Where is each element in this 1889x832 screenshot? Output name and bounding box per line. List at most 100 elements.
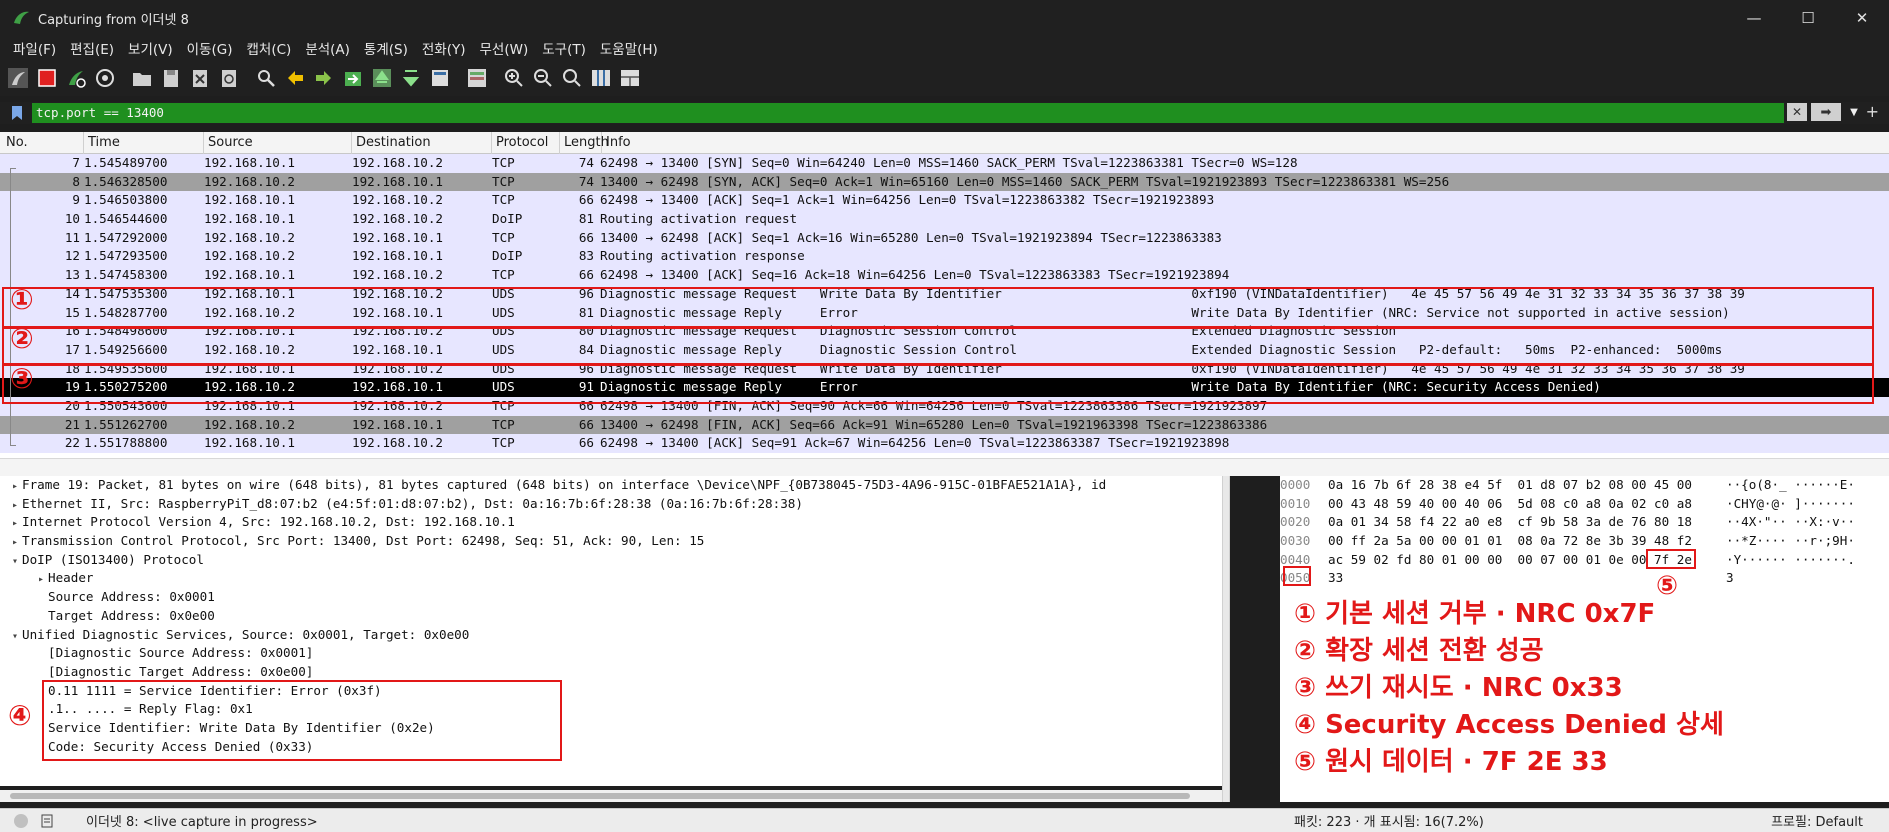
packet-row[interactable]: 13 1.547458300 192.168.10.1 192.168.10.2 TCP… (0, 266, 1889, 285)
profile-status[interactable]: 프로필: Default (1771, 811, 1863, 830)
detail-tree-item[interactable]: Target Address: 0x0e00 (0, 607, 1230, 626)
packet-row[interactable]: 8 1.546328500 192.168.10.2 192.168.10.1 TCP 7… (0, 172, 1889, 192)
hex-dump-line[interactable]: 0020 0a 01 34 58 f4 22 a0 e8 cf 9b 58 3a … (1280, 513, 1889, 532)
menu-view[interactable]: 보기(V) (121, 38, 180, 58)
capture-options-icon[interactable] (93, 66, 117, 90)
clear-filter-icon[interactable]: ✕ (1787, 103, 1807, 121)
zoom-normal-icon[interactable] (560, 66, 584, 90)
minimize-button[interactable]: — (1727, 0, 1781, 36)
collapsed-arrow-icon[interactable]: ▸ (8, 478, 22, 495)
packet-row[interactable]: 11 1.547292000 192.168.10.2 192.168.10.1 TCP… (0, 228, 1889, 248)
detail-tree-item[interactable]: [Diagnostic Source Address: 0x0001] (0, 644, 1230, 663)
menu-capture[interactable]: 캡처(C) (240, 38, 299, 58)
menu-file[interactable]: 파일(F) (6, 38, 63, 58)
column-info[interactable]: Info (602, 132, 1889, 154)
filter-history-dropdown-icon[interactable]: ▼ (1845, 103, 1863, 121)
packet-cell-dst: 192.168.10.2 (352, 192, 443, 208)
packet-cell-proto: TCP (492, 155, 515, 170)
start-capture-icon[interactable] (6, 66, 30, 90)
column-source[interactable]: Source (204, 131, 352, 154)
detail-tree-item[interactable]: ▸ Frame 19: Packet, 81 bytes on wire (648… (0, 476, 1230, 495)
hex-dump-line[interactable]: 0030 00 ff 2a 5a 00 00 01 01 08 0a 72 8e … (1280, 532, 1889, 551)
go-to-packet-icon[interactable] (341, 66, 365, 90)
packet-row[interactable]: 9 1.546503800 192.168.10.1 192.168.10.2 TCP 6… (0, 191, 1889, 211)
collapsed-arrow-icon[interactable]: ▸ (8, 515, 22, 532)
detail-tree-item[interactable]: Source Address: 0x0001 (0, 588, 1230, 607)
ascii-bytes: ·CHY@·@· ]······· (1726, 495, 1855, 511)
expanded-arrow-icon[interactable]: ▾ (8, 628, 22, 645)
close-button[interactable]: ✕ (1835, 0, 1889, 36)
detail-tree-item[interactable]: [Diagnostic Target Address: 0x0e00] (0, 663, 1230, 682)
packet-cell-src: 192.168.10.1 (204, 155, 295, 170)
maximize-button[interactable]: ☐ (1781, 0, 1835, 36)
menu-statistics[interactable]: 통계(S) (357, 38, 415, 58)
detail-tree-item[interactable]: ▾ Unified Diagnostic Services, Source: 0x… (0, 626, 1230, 645)
detail-tree-item[interactable]: ▾ DoIP (ISO13400) Protocol (0, 551, 1230, 570)
detail-tree-item[interactable]: ▸ Transmission Control Protocol, Src Port… (0, 532, 1230, 551)
menu-edit[interactable]: 편집(E) (63, 38, 121, 58)
menu-telephony[interactable]: 전화(Y) (415, 38, 473, 58)
packet-row[interactable]: 21 1.551262700 192.168.10.2 192.168.10.1 TCP… (0, 415, 1889, 435)
packet-cell-info: 13400 → 62498 [FIN, ACK] Seq=66 Ack=91 W… (600, 416, 1268, 432)
first-packet-icon[interactable] (370, 66, 394, 90)
open-file-icon[interactable] (130, 66, 154, 90)
packet-cell-time: 1.547292000 (84, 229, 168, 245)
collapsed-arrow-icon[interactable]: ▸ (34, 571, 48, 588)
restart-capture-icon[interactable] (64, 66, 88, 90)
hex-dump-line[interactable]: 0010 00 43 48 59 40 00 40 06 5d 08 c0 a8 … (1280, 495, 1889, 514)
hex-bytes: 0a 16 7b 6f 28 38 e4 5f 01 d8 07 b2 08 0… (1328, 477, 1692, 492)
find-packet-icon[interactable] (254, 66, 278, 90)
capture-comment-icon[interactable] (40, 814, 54, 828)
zoom-in-icon[interactable] (502, 66, 526, 90)
go-forward-icon[interactable] (312, 66, 336, 90)
column-time[interactable]: Time (84, 131, 204, 154)
column-length[interactable]: Length (560, 131, 609, 154)
column-protocol[interactable]: Protocol (492, 131, 560, 154)
detail-tree-item[interactable]: ▸ Header (0, 569, 1230, 588)
column-destination[interactable]: Destination (352, 131, 492, 154)
apply-filter-icon[interactable]: ➡ (1811, 103, 1841, 121)
detail-tree-item[interactable]: ▸ Internet Protocol Version 4, Src: 192.1… (0, 513, 1230, 532)
menu-go[interactable]: 이동(G) (180, 38, 240, 58)
last-packet-icon[interactable] (399, 66, 423, 90)
packet-cell-dst: 192.168.10.2 (352, 267, 443, 283)
menu-analyze[interactable]: 분석(A) (298, 38, 357, 58)
layout-icon[interactable] (618, 66, 642, 90)
save-file-icon[interactable] (159, 66, 183, 90)
expanded-arrow-icon[interactable]: ▾ (8, 553, 22, 570)
expert-info-icon[interactable] (14, 813, 28, 828)
menu-wireless[interactable]: 무선(W) (473, 38, 536, 58)
reload-file-icon[interactable] (217, 66, 241, 90)
packet-row[interactable]: 12 1.547293500 192.168.10.2 192.168.10.1 DoI… (0, 247, 1889, 267)
resize-columns-icon[interactable] (589, 66, 613, 90)
packet-row[interactable]: 7 1.545489700 192.168.10.1 192.168.10.2 TCP 7… (0, 154, 1889, 173)
menu-tools[interactable]: 도구(T) (535, 38, 593, 58)
packet-row[interactable]: 22 1.551788800 192.168.10.1 192.168.10.2 TCP… (0, 434, 1889, 453)
collapsed-arrow-icon[interactable]: ▸ (8, 534, 22, 551)
autoscroll-icon[interactable] (428, 66, 452, 90)
details-horizontal-scrollbar[interactable] (0, 790, 1222, 802)
menu-help[interactable]: 도움말(H) (593, 38, 665, 58)
close-file-icon[interactable] (188, 66, 212, 90)
detail-tree-item[interactable]: ▸ Ethernet II, Src: RaspberryPiT_d8:07:b2… (0, 495, 1230, 514)
pane-splitter[interactable] (0, 458, 1889, 476)
hex-dump-line[interactable]: 0000 0a 16 7b 6f 28 38 e4 5f 01 d8 07 b2 … (1280, 476, 1889, 495)
zoom-out-icon[interactable] (531, 66, 555, 90)
packet-cell-info: 13400 → 62498 [SYN, ACK] Seq=0 Ack=1 Win… (600, 173, 1450, 189)
add-filter-button-icon[interactable]: + (1866, 102, 1879, 121)
colorize-icon[interactable] (465, 66, 489, 90)
packet-count-status: 패킷: 223 · 개 표시됨: 16(7.2%) (1294, 815, 1484, 830)
hex-dump-line[interactable]: 0040 ac 59 02 fd 80 01 00 00 00 07 00 01 … (1280, 551, 1889, 570)
detail-text: Frame 19: Packet, 81 bytes on wire (648 … (22, 477, 1107, 492)
collapsed-arrow-icon[interactable]: ▸ (8, 497, 22, 514)
details-bytes-splitter[interactable] (1222, 476, 1230, 802)
packet-row[interactable]: 10 1.546544600 192.168.10.1 192.168.10.2 DoI… (0, 210, 1889, 229)
stop-capture-icon[interactable] (35, 66, 59, 90)
bookmark-icon[interactable] (8, 103, 26, 123)
hex-offset: 0010 (1280, 495, 1311, 511)
ascii-bytes: ··{o(8·_ ······E· (1726, 477, 1855, 492)
display-filter-input[interactable]: tcp.port == 13400 (32, 103, 1784, 123)
go-back-icon[interactable] (283, 66, 307, 90)
column-no[interactable]: No. (0, 131, 84, 154)
hex-dump-line[interactable]: 0050 33 3 (1280, 569, 1889, 588)
